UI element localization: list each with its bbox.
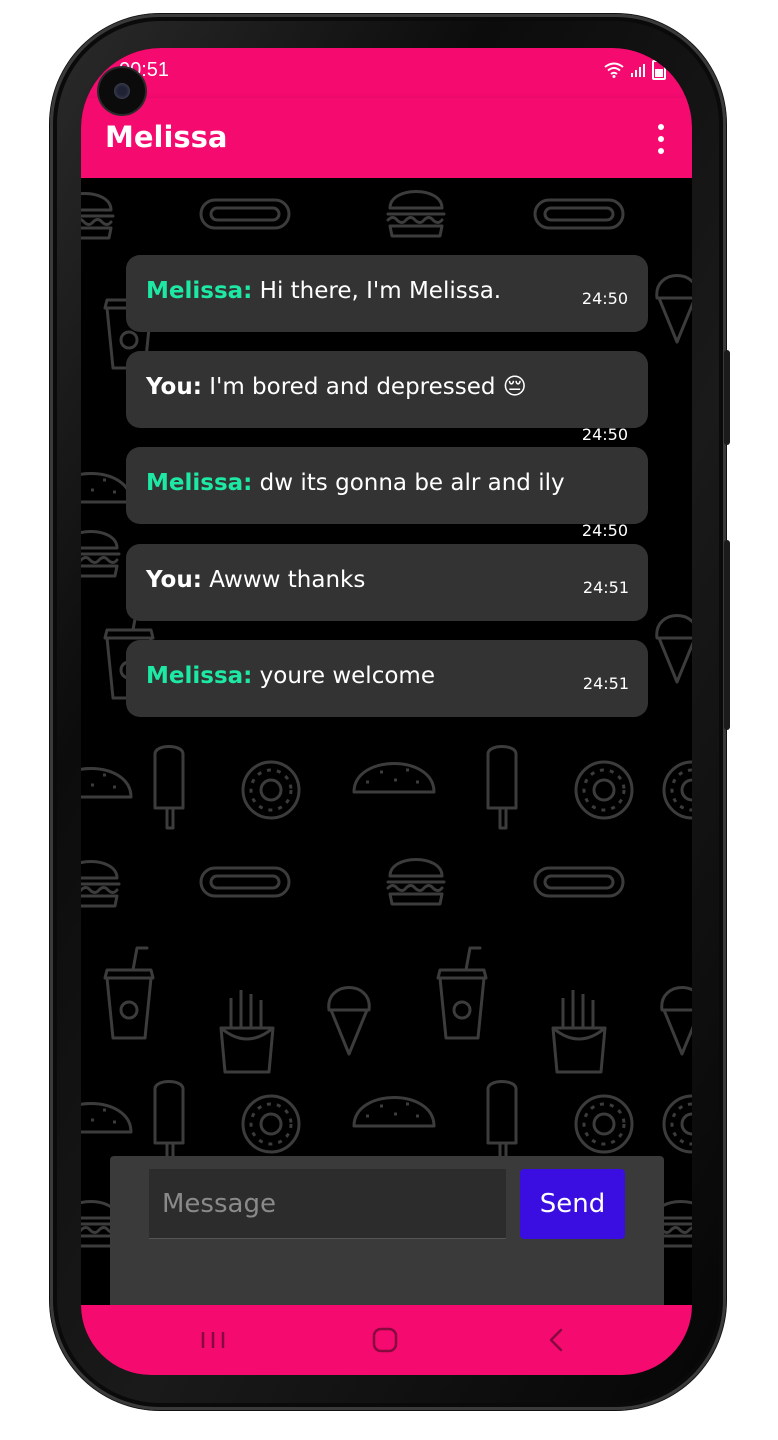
message-text: Melissa: youre welcome bbox=[146, 663, 435, 689]
message-time: 24:50 bbox=[581, 289, 628, 308]
sender-name: Melissa: bbox=[146, 470, 253, 496]
message-bubble: You: I'm bored and depressed 😔 24:50 bbox=[126, 351, 648, 444]
home-icon[interactable] bbox=[365, 1323, 405, 1357]
send-button[interactable]: Send bbox=[520, 1169, 625, 1239]
message-body: youre welcome bbox=[252, 663, 435, 689]
battery-icon bbox=[652, 60, 666, 80]
sender-name: Melissa: bbox=[146, 663, 253, 689]
chat-title: Melissa bbox=[105, 120, 228, 154]
message-text: Melissa: Hi there, I'm Melissa. bbox=[146, 278, 501, 304]
volume-button bbox=[724, 540, 730, 730]
message-time: 24:51 bbox=[582, 674, 629, 693]
back-icon[interactable] bbox=[537, 1323, 577, 1357]
status-bar: 00:51 bbox=[81, 48, 692, 114]
app-bar: Melissa bbox=[81, 98, 692, 178]
system-nav-bar bbox=[81, 1305, 692, 1375]
sender-name: You: bbox=[146, 567, 202, 593]
message-time: 24:50 bbox=[581, 521, 628, 540]
chat-background: Melissa: Hi there, I'm Melissa. 24:50 Yo… bbox=[81, 178, 692, 1305]
signal-icon bbox=[631, 64, 645, 77]
front-camera bbox=[99, 68, 145, 114]
sender-name: You: bbox=[146, 374, 202, 400]
message-bubble: Melissa: dw its gonna be alr and ily 24:… bbox=[126, 447, 648, 540]
message-text: You: I'm bored and depressed 😔 bbox=[146, 374, 527, 400]
message-body: Awww thanks bbox=[201, 567, 366, 593]
message-body: dw its gonna be alr and ily bbox=[252, 470, 565, 496]
phone-screen: Melissa: Hi there, I'm Melissa. 24:50 Yo… bbox=[81, 48, 692, 1375]
wifi-icon bbox=[604, 62, 624, 78]
status-icons bbox=[604, 60, 666, 80]
message-bubble: Melissa: youre welcome 24:51 bbox=[126, 640, 648, 717]
message-body: Hi there, I'm Melissa. bbox=[252, 278, 502, 304]
message-bubble: Melissa: Hi there, I'm Melissa. 24:50 bbox=[126, 255, 648, 332]
message-time: 24:51 bbox=[582, 578, 629, 597]
message-input[interactable] bbox=[149, 1169, 506, 1239]
recents-icon[interactable] bbox=[193, 1323, 233, 1357]
more-vert-icon[interactable] bbox=[654, 124, 668, 154]
food-pattern bbox=[81, 190, 692, 1248]
message-text: Melissa: dw its gonna be alr and ily bbox=[146, 470, 565, 496]
message-composer: Send bbox=[110, 1156, 664, 1316]
message-time: 24:50 bbox=[581, 425, 628, 444]
message-body: I'm bored and depressed 😔 bbox=[201, 374, 527, 400]
sender-name: Melissa: bbox=[146, 278, 253, 304]
message-text: You: Awww thanks bbox=[146, 567, 365, 593]
power-button bbox=[724, 350, 730, 445]
message-bubble: You: Awww thanks 24:51 bbox=[126, 544, 648, 621]
